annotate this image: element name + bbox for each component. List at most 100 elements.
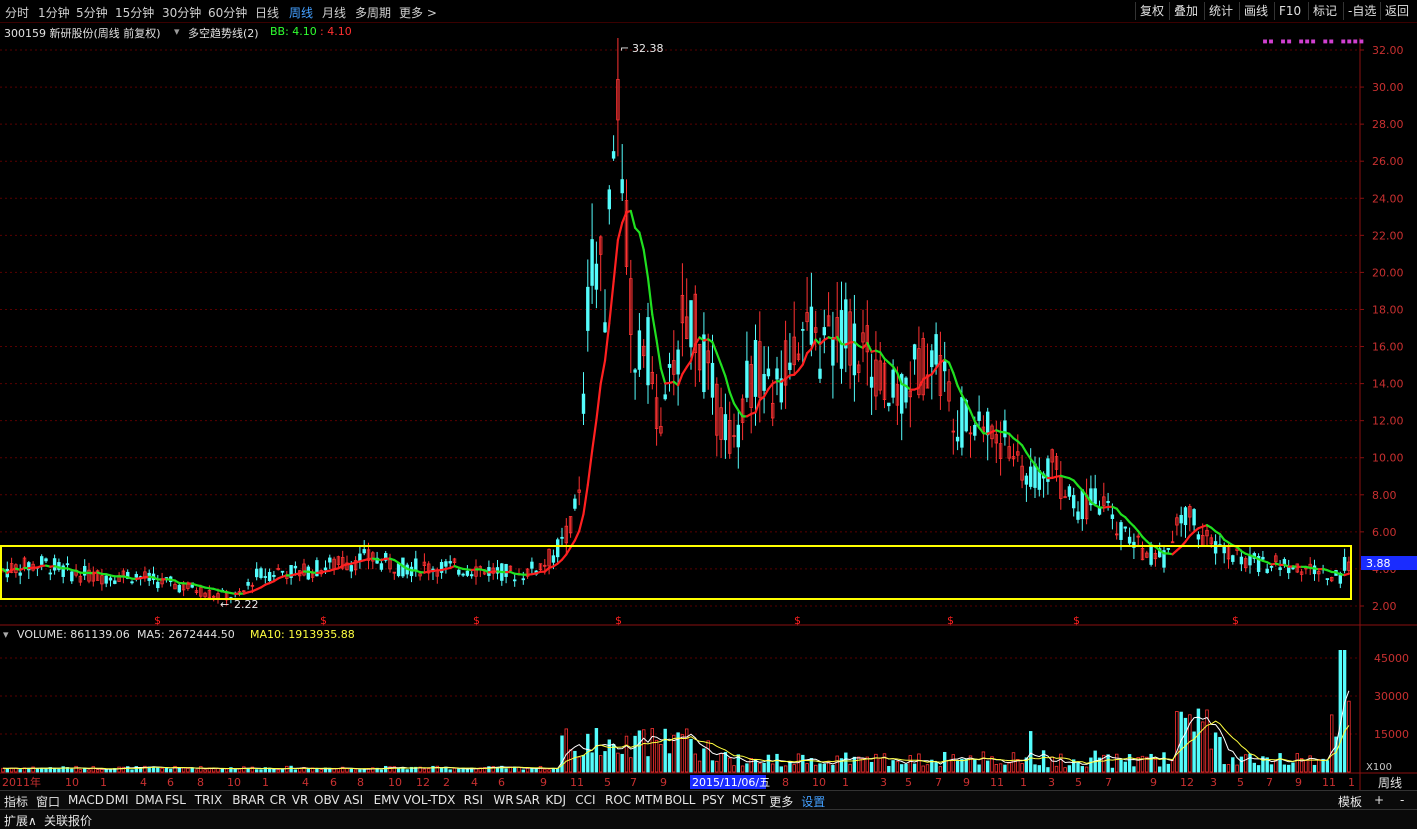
trend-segment bbox=[949, 363, 953, 373]
indicator-tab-6[interactable]: TRIX bbox=[195, 793, 222, 807]
restore-rights-button[interactable]: 复权 bbox=[1135, 2, 1168, 20]
indicator-tab-11[interactable]: ASI bbox=[344, 793, 363, 807]
price-tick-label: 28.00 bbox=[1372, 118, 1404, 131]
overlay-button[interactable]: 叠加 bbox=[1169, 2, 1202, 20]
volume-bar bbox=[905, 764, 908, 772]
time-tick-label: 11 bbox=[570, 776, 584, 789]
mark-button[interactable]: 标记 bbox=[1308, 2, 1341, 20]
volume-bar bbox=[630, 758, 633, 772]
tab-monthly[interactable]: 月线 bbox=[322, 4, 346, 21]
volume-bar bbox=[621, 754, 624, 772]
indicator-tab-0[interactable]: 指标 bbox=[4, 793, 28, 810]
indicator-tab-19[interactable]: ROC bbox=[605, 793, 631, 807]
time-tick-label: 6 bbox=[498, 776, 505, 789]
kline-chart[interactable]: 32.0030.0028.0026.0024.0022.0020.0018.00… bbox=[0, 38, 1417, 790]
candle-body bbox=[458, 570, 461, 574]
volume-bar bbox=[1292, 763, 1295, 772]
indicator-tab-17[interactable]: KDJ bbox=[545, 793, 566, 807]
tab-more[interactable]: 更多 > bbox=[399, 4, 437, 21]
volume-bar bbox=[1081, 766, 1084, 772]
indicator-tab-18[interactable]: CCI bbox=[575, 793, 595, 807]
indicator-tab-4[interactable]: DMA bbox=[135, 793, 163, 807]
zoom-out-button[interactable]: - bbox=[1400, 793, 1404, 807]
time-tick-label: 10 bbox=[65, 776, 79, 789]
indicator-tab-14[interactable]: RSI bbox=[464, 793, 484, 807]
volume-bar bbox=[569, 750, 572, 772]
volume-bar bbox=[101, 769, 104, 772]
tab-multi-period[interactable]: 多周期 bbox=[355, 4, 391, 21]
indicator-tab-16[interactable]: SAR bbox=[516, 793, 540, 807]
tab-daily[interactable]: 日线 bbox=[255, 4, 279, 21]
volume-bar bbox=[1038, 766, 1041, 772]
time-tick-label: 10 bbox=[227, 776, 241, 789]
volume-bar bbox=[634, 736, 637, 772]
volume-bar bbox=[1296, 754, 1299, 772]
candle-body bbox=[802, 329, 805, 330]
indicator-tab-20[interactable]: MTM bbox=[635, 793, 663, 807]
indicator-tab-8[interactable]: CR bbox=[270, 793, 287, 807]
diamond-icon[interactable]: ◇ bbox=[1332, 38, 1341, 39]
candle-body bbox=[978, 412, 981, 421]
tab-5min[interactable]: 5分钟 bbox=[76, 4, 108, 21]
indicator-tab-23[interactable]: MCST bbox=[732, 793, 766, 807]
indicator-tab-10[interactable]: OBV bbox=[314, 793, 340, 807]
volume-bar bbox=[900, 765, 903, 772]
indicator-tab-7[interactable]: BRAR bbox=[232, 793, 265, 807]
expand-button[interactable]: 扩展∧ bbox=[4, 812, 37, 829]
indicator-tab-15[interactable]: WR bbox=[493, 793, 513, 807]
volume-bar bbox=[836, 756, 839, 772]
candle-body bbox=[819, 369, 822, 378]
candle-body bbox=[754, 340, 757, 396]
volume-bar bbox=[995, 764, 998, 772]
volume-bar bbox=[776, 754, 779, 772]
candle-body bbox=[1343, 557, 1346, 570]
tab-1min[interactable]: 1分钟 bbox=[38, 4, 70, 21]
volume-bar bbox=[526, 768, 529, 772]
volume-value: VOLUME: 861139.06 bbox=[17, 628, 130, 641]
draw-line-button[interactable]: 画线 bbox=[1239, 2, 1272, 20]
volume-bar bbox=[853, 757, 856, 772]
back-button[interactable]: 返回 bbox=[1380, 2, 1413, 20]
tab-timeshare[interactable]: 分时 bbox=[5, 4, 29, 21]
statistics-button[interactable]: 统计 bbox=[1204, 2, 1237, 20]
tab-weekly[interactable]: 周线 bbox=[289, 4, 313, 21]
indicator-tab-21[interactable]: BOLL bbox=[665, 793, 696, 807]
candle-body bbox=[737, 425, 740, 447]
candle-body bbox=[638, 331, 641, 370]
volume-bar bbox=[6, 768, 9, 772]
tab-60min[interactable]: 60分钟 bbox=[208, 4, 247, 21]
volume-bar bbox=[217, 769, 220, 772]
indicator-tab-12[interactable]: EMV bbox=[374, 793, 400, 807]
event-markers: ▪▪ ▪▪ ▪▪▪ ▪▪ ▪▪▪▪ bbox=[1262, 38, 1364, 47]
candle-body bbox=[961, 397, 964, 447]
candle-body bbox=[1029, 467, 1032, 486]
candle-body bbox=[66, 564, 69, 565]
f10-button[interactable]: F10 bbox=[1274, 2, 1305, 20]
indicator-tab-1[interactable]: 窗口 bbox=[36, 793, 60, 810]
indicator-dropdown-icon[interactable]: ▾ bbox=[174, 25, 180, 38]
triangle-icon[interactable]: ▵ bbox=[1348, 38, 1354, 39]
volume-bar bbox=[974, 759, 977, 772]
indicator-tab-9[interactable]: VR bbox=[292, 793, 309, 807]
indicator-tab-3[interactable]: DMI bbox=[105, 793, 128, 807]
candle-body bbox=[462, 574, 465, 575]
volume-dropdown-icon[interactable]: ▾ bbox=[3, 628, 9, 641]
zoom-in-button[interactable]: + bbox=[1374, 793, 1384, 807]
tab-15min[interactable]: 15分钟 bbox=[115, 4, 154, 21]
volume-bar bbox=[1008, 763, 1011, 772]
watchlist-button[interactable]: -自选 bbox=[1343, 2, 1380, 20]
volume-bar bbox=[720, 754, 723, 772]
volume-bar bbox=[131, 770, 134, 772]
template-button[interactable]: 模板 bbox=[1338, 793, 1362, 810]
indicator-tab-2[interactable]: MACD bbox=[68, 793, 104, 807]
indicator-tab-13[interactable]: VOL-TDX bbox=[403, 793, 455, 807]
indicator-tab-25[interactable]: 设置 bbox=[801, 793, 825, 810]
time-tick-label: 8 bbox=[197, 776, 204, 789]
related-quotes-button[interactable]: 关联报价 bbox=[44, 812, 92, 829]
tab-30min[interactable]: 30分钟 bbox=[162, 4, 201, 21]
indicator-tab-5[interactable]: FSL bbox=[165, 793, 186, 807]
volume-bar bbox=[982, 752, 985, 772]
indicator-tab-24[interactable]: 更多 bbox=[769, 793, 793, 810]
candle-body bbox=[845, 300, 848, 348]
indicator-tab-22[interactable]: PSY bbox=[702, 793, 724, 807]
